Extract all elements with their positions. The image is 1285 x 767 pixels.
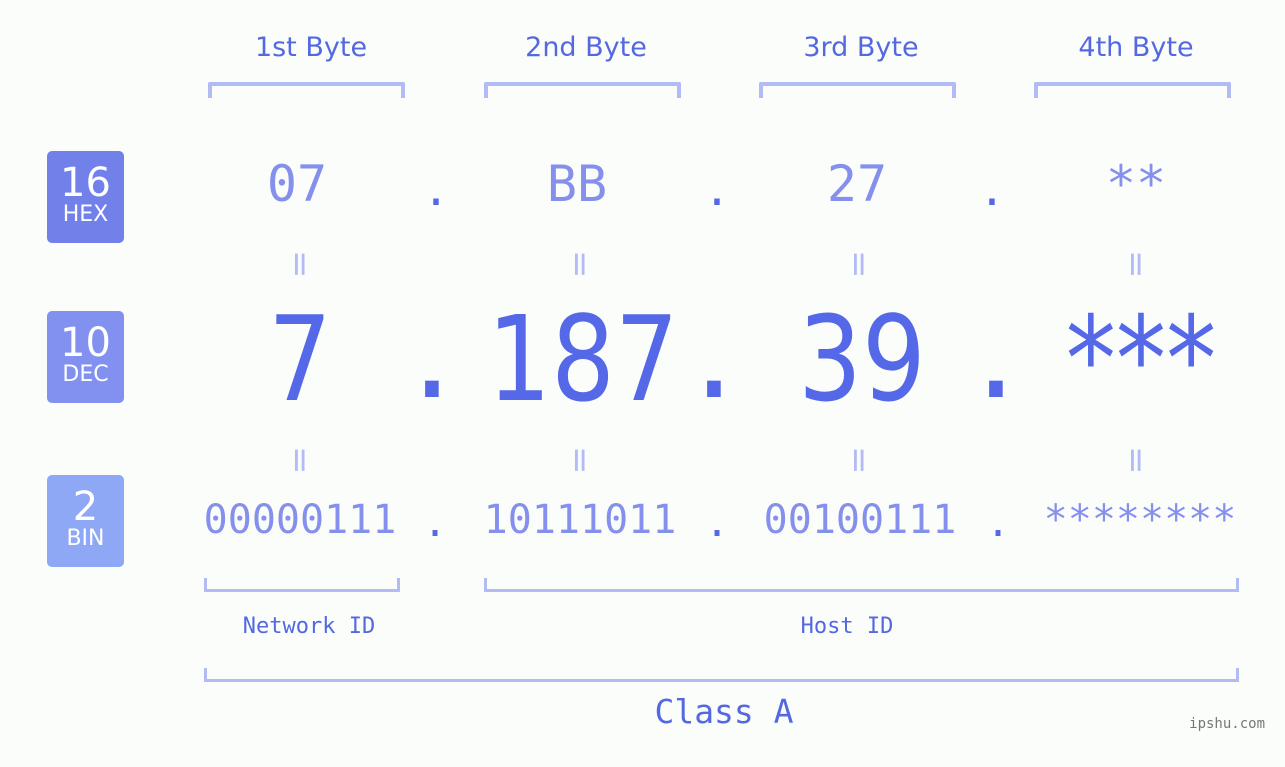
dec-separator-3: . bbox=[962, 295, 1030, 423]
bin-separator-1: . bbox=[422, 500, 448, 546]
dec-base-number: 10 bbox=[60, 320, 111, 366]
network-id-bracket bbox=[204, 578, 400, 592]
equals-hex-dec-4: = bbox=[1116, 250, 1156, 279]
watermark: ipshu.com bbox=[1189, 716, 1265, 732]
host-id-label: Host ID bbox=[800, 614, 894, 639]
network-id-label: Network ID bbox=[242, 614, 376, 639]
dec-badge: 10 DEC bbox=[47, 311, 124, 403]
byte-bracket-3 bbox=[759, 82, 956, 98]
dec-separator-1: . bbox=[398, 295, 466, 423]
equals-dec-bin-3: = bbox=[839, 446, 879, 475]
byte-bracket-2 bbox=[484, 82, 681, 98]
equals-dec-bin-1: = bbox=[280, 446, 320, 475]
equals-hex-dec-1: = bbox=[280, 250, 320, 279]
hex-base-label: HEX bbox=[62, 202, 109, 227]
hex-separator-3: . bbox=[978, 165, 1006, 216]
byte-bracket-4 bbox=[1034, 82, 1231, 98]
hex-badge: 16 HEX bbox=[47, 151, 124, 243]
bin-separator-2: . bbox=[704, 500, 730, 546]
bin-separator-3: . bbox=[985, 500, 1011, 546]
byte-header-3: 3rd Byte bbox=[803, 32, 919, 63]
bin-base-label: BIN bbox=[66, 526, 105, 551]
bin-badge: 2 BIN bbox=[47, 475, 124, 567]
hex-separator-2: . bbox=[703, 165, 731, 216]
dec-separator-2: . bbox=[680, 295, 748, 423]
byte-bracket-1 bbox=[208, 82, 405, 98]
byte-header-1: 1st Byte bbox=[254, 32, 368, 63]
class-label: Class A bbox=[654, 692, 794, 731]
byte-header-2: 2nd Byte bbox=[525, 32, 647, 63]
equals-hex-dec-2: = bbox=[560, 250, 600, 279]
class-bracket bbox=[204, 668, 1239, 682]
equals-dec-bin-2: = bbox=[560, 446, 600, 475]
equals-dec-bin-4: = bbox=[1116, 446, 1156, 475]
bin-base-number: 2 bbox=[72, 484, 99, 530]
dec-base-label: DEC bbox=[62, 362, 109, 387]
hex-base-number: 16 bbox=[60, 160, 111, 206]
hex-separator-1: . bbox=[422, 165, 450, 216]
equals-hex-dec-3: = bbox=[839, 250, 879, 279]
byte-header-4: 4th Byte bbox=[1078, 32, 1194, 63]
host-id-bracket bbox=[484, 578, 1239, 592]
